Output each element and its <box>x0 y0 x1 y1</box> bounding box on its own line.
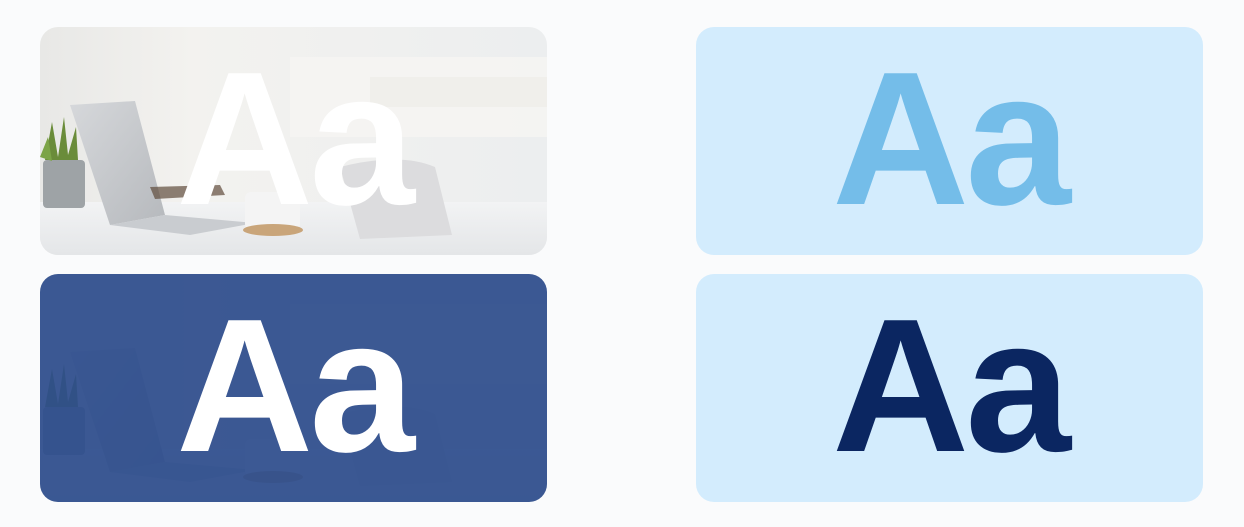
sample-text: Aa <box>176 33 415 245</box>
contrast-sample-photo-overlay-white: Aa <box>40 274 547 502</box>
contrast-sample-navy-on-light: Aa <box>696 274 1203 502</box>
sample-text: Aa <box>176 280 415 492</box>
contrast-sample-light-on-light: Aa <box>696 27 1203 255</box>
sample-text: Aa <box>832 280 1071 492</box>
contrast-sample-photo-white: Aa <box>40 27 547 255</box>
sample-text: Aa <box>832 33 1071 245</box>
